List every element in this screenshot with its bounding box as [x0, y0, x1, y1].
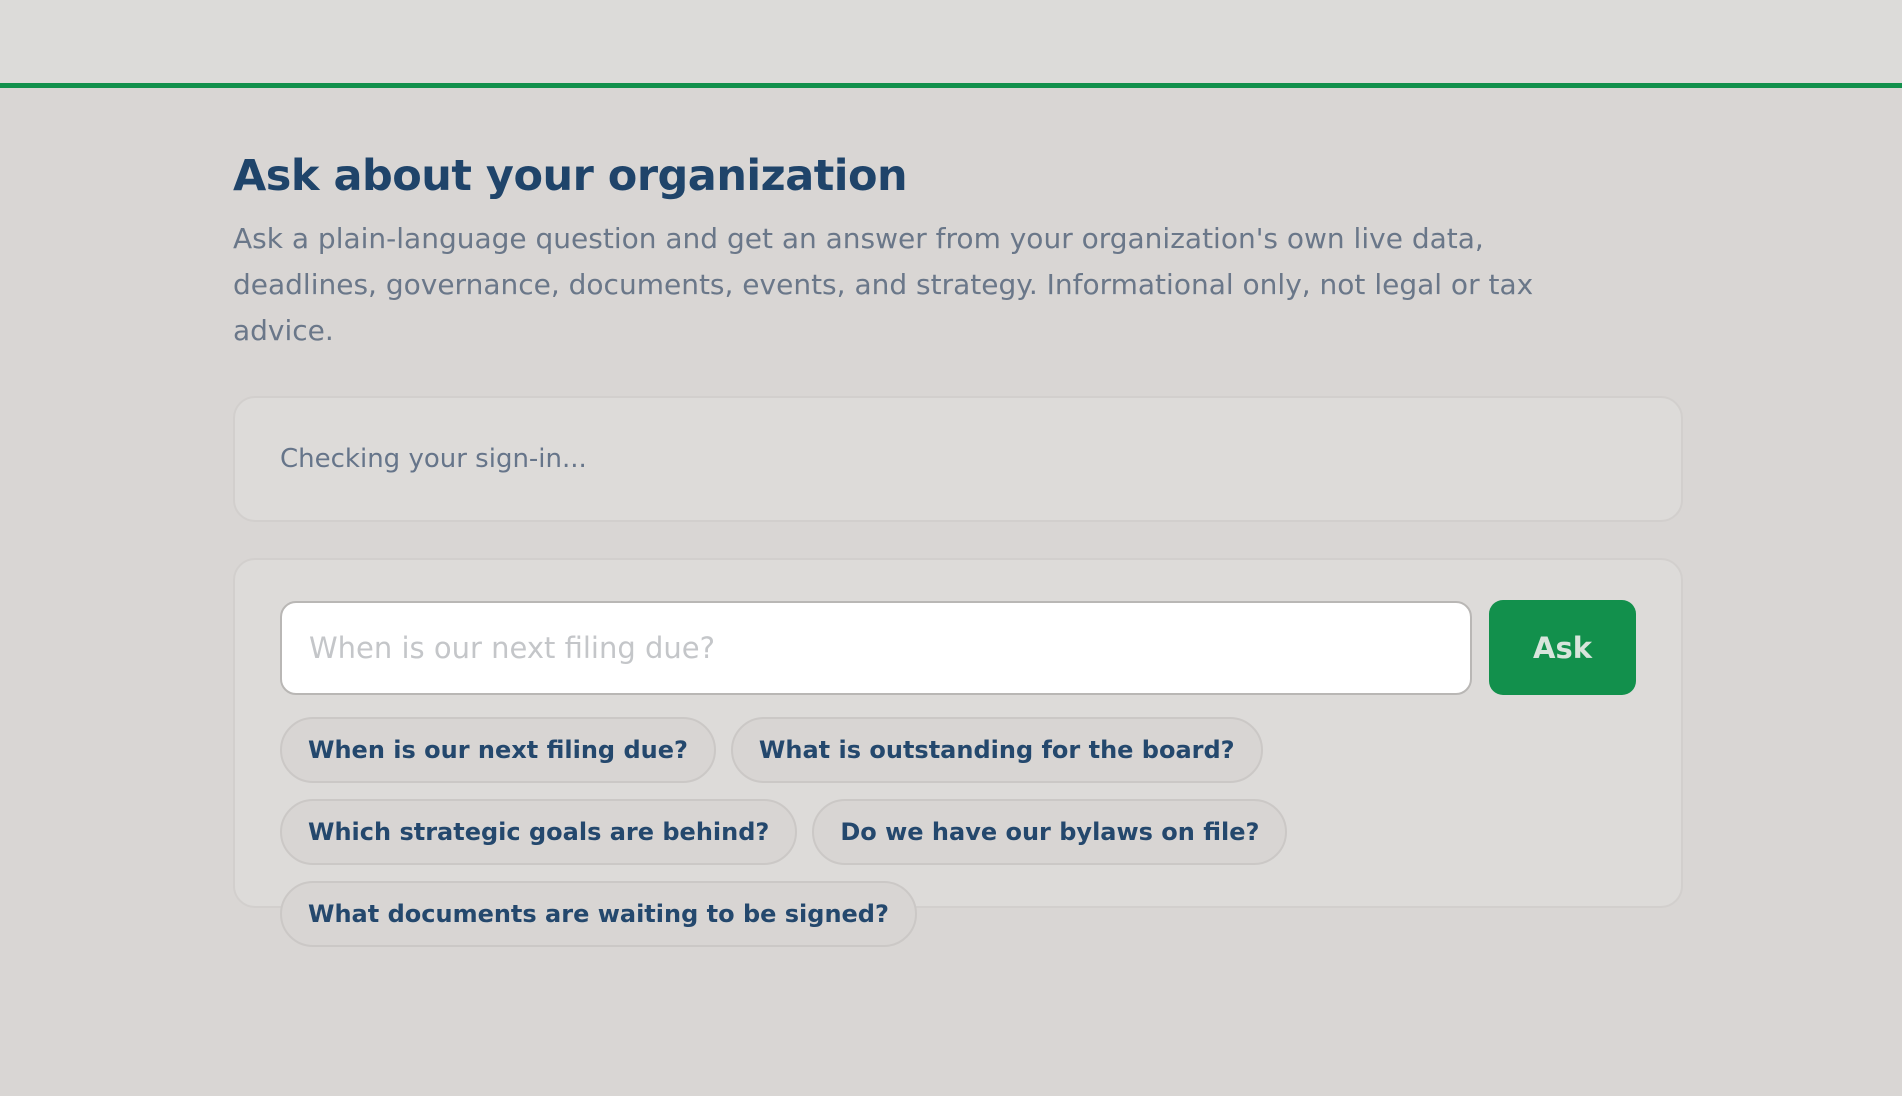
suggestion-chip-strategic-goals[interactable]: Which strategic goals are behind? — [280, 799, 798, 865]
ask-row: Ask — [280, 600, 1636, 695]
suggested-questions: When is our next filing due? What is out… — [280, 717, 1640, 947]
ask-card: Ask When is our next filing due? What is… — [233, 558, 1683, 947]
question-input[interactable] — [280, 600, 1472, 695]
page-intro: Ask a plain-language question and get an… — [233, 222, 1534, 347]
suggestion-chip-next-filing[interactable]: When is our next filing due? — [280, 717, 716, 783]
page-title: Ask about your organization — [233, 151, 908, 201]
main-content: Ask about your organization Ask a plain-… — [233, 150, 1683, 947]
suggestion-chip-board-outstanding[interactable]: What is outstanding for the board? — [730, 717, 1263, 783]
suggestion-chip-documents-to-sign[interactable]: What documents are waiting to be signed? — [280, 881, 917, 947]
suggestion-chip-bylaws[interactable]: Do we have our bylaws on file? — [812, 799, 1288, 865]
sign-in-status-text: Checking your sign-in... — [280, 444, 587, 474]
top-bar — [0, 0, 1902, 88]
ask-button[interactable]: Ask — [1489, 600, 1636, 695]
sign-in-status-card: Checking your sign-in... — [233, 396, 1683, 522]
